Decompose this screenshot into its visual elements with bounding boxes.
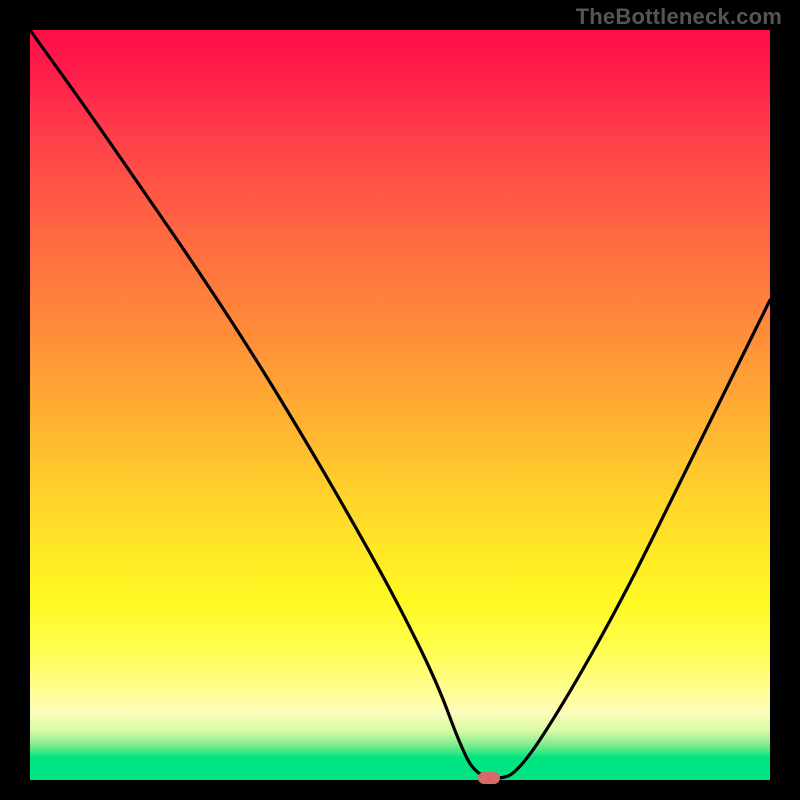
- curve-path: [30, 30, 770, 778]
- bottleneck-curve: [30, 30, 770, 780]
- chart-container: TheBottleneck.com: [0, 0, 800, 800]
- plot-area: [30, 30, 770, 780]
- watermark-text: TheBottleneck.com: [576, 4, 782, 30]
- minimum-marker: [478, 772, 500, 784]
